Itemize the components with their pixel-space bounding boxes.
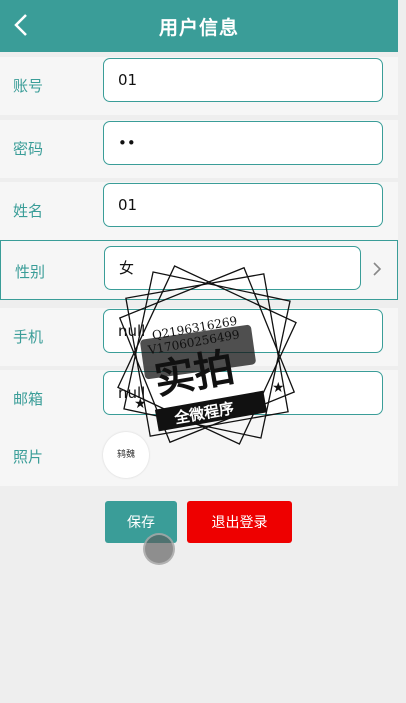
star-icon: ★ [134, 396, 147, 412]
phone-label: 手机 [13, 328, 44, 346]
watermark-stamp: Q2196316269 V17060256499 实拍 全微程序 ★ ★ [117, 265, 297, 445]
photo-label: 照片 [13, 448, 44, 466]
name-label: 姓名 [13, 202, 44, 220]
chevron-right-icon[interactable] [371, 259, 383, 279]
gender-label: 性别 [15, 263, 46, 281]
name-row: 姓名 01 [0, 182, 398, 240]
password-row: 密码 •• [0, 120, 398, 178]
logout-button[interactable]: 退出登录 [187, 501, 292, 543]
account-field[interactable]: 01 [103, 58, 383, 102]
star-icon: ★ [272, 380, 285, 396]
account-label: 账号 [13, 77, 44, 95]
email-label: 邮箱 [13, 390, 44, 408]
name-field[interactable]: 01 [103, 183, 383, 227]
app-header: 用户信息 [0, 0, 398, 52]
password-field[interactable]: •• [103, 121, 383, 165]
account-row: 账号 01 [0, 57, 398, 115]
page-title: 用户信息 [158, 17, 239, 39]
touch-indicator [143, 533, 175, 565]
password-label: 密码 [13, 140, 44, 158]
